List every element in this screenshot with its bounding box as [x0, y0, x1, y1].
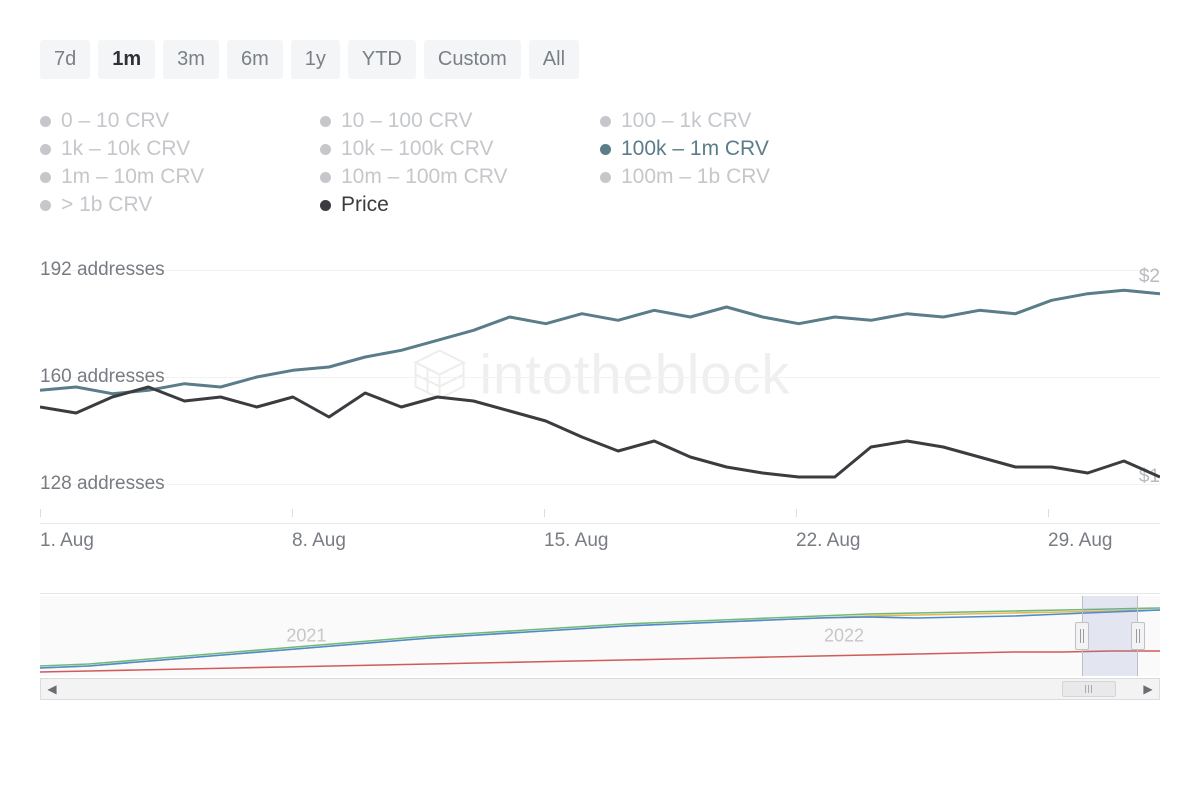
navigator-year-label: 2022: [824, 626, 864, 647]
legend-label: 1k – 10k CRV: [61, 137, 190, 161]
legend-label: > 1b CRV: [61, 193, 152, 217]
scroll-left-button[interactable]: ◀: [41, 679, 63, 699]
legend-label: 1m – 10m CRV: [61, 165, 204, 189]
legend-item[interactable]: 1m – 10m CRV: [40, 165, 320, 189]
navigator-chart[interactable]: 2021 2022: [40, 596, 1160, 676]
series-legend: 0 – 10 CRV 10 – 100 CRV 100 – 1k CRV 1k – 1…: [40, 109, 1160, 217]
legend-label: 10 – 100 CRV: [341, 109, 473, 133]
x-tick-label: 15. Aug: [544, 530, 608, 552]
legend-label: 10m – 100m CRV: [341, 165, 508, 189]
navigator-window[interactable]: [1082, 596, 1138, 676]
legend-label: 10k – 100k CRV: [341, 137, 494, 161]
navigator-handle[interactable]: [1131, 622, 1145, 650]
legend-label: Price: [341, 193, 389, 217]
legend-dot-icon: [600, 116, 611, 127]
navigator-scrollbar[interactable]: ◀ ▶: [40, 678, 1160, 700]
legend-dot-icon: [320, 200, 331, 211]
range-btn-7d[interactable]: 7d: [40, 40, 90, 79]
legend-dot-icon: [600, 172, 611, 183]
legend-dot-icon: [40, 116, 51, 127]
legend-label: 100k – 1m CRV: [621, 137, 769, 161]
legend-item[interactable]: 0 – 10 CRV: [40, 109, 320, 133]
range-btn-all[interactable]: All: [529, 40, 579, 79]
x-tick-mark: [796, 509, 797, 517]
legend-item[interactable]: 100m – 1b CRV: [600, 165, 880, 189]
main-chart[interactable]: intotheblock 128 addresses160 addresses1…: [40, 257, 1160, 517]
time-range-row: 7d1m3m6m1yYTDCustomAll: [40, 40, 1160, 79]
legend-dot-icon: [40, 172, 51, 183]
legend-dot-icon: [320, 172, 331, 183]
legend-dot-icon: [320, 144, 331, 155]
x-tick-label: 1. Aug: [40, 530, 94, 552]
range-btn-1y[interactable]: 1y: [291, 40, 340, 79]
range-btn-ytd[interactable]: YTD: [348, 40, 416, 79]
navigator-handle[interactable]: [1075, 622, 1089, 650]
legend-dot-icon: [40, 144, 51, 155]
x-tick-mark: [1048, 509, 1049, 517]
legend-item[interactable]: Price: [320, 193, 600, 217]
legend-label: 0 – 10 CRV: [61, 109, 169, 133]
x-tick-mark: [292, 509, 293, 517]
series-line: [40, 387, 1160, 477]
legend-item[interactable]: > 1b CRV: [40, 193, 320, 217]
series-line: [40, 290, 1160, 393]
navigator-series-line: [40, 610, 1160, 668]
range-btn-custom[interactable]: Custom: [424, 40, 521, 79]
range-btn-3m[interactable]: 3m: [163, 40, 219, 79]
legend-item[interactable]: 10m – 100m CRV: [320, 165, 600, 189]
legend-label: 100 – 1k CRV: [621, 109, 751, 133]
x-tick-mark: [544, 509, 545, 517]
legend-item[interactable]: 10 – 100 CRV: [320, 109, 600, 133]
legend-item[interactable]: 10k – 100k CRV: [320, 137, 600, 161]
x-tick-mark: [40, 509, 41, 517]
navigator: 2021 2022 ◀ ▶: [40, 593, 1160, 700]
x-tick-label: 29. Aug: [1048, 530, 1112, 552]
legend-item[interactable]: 1k – 10k CRV: [40, 137, 320, 161]
chart-svg: [40, 257, 1160, 517]
legend-item[interactable]: 100 – 1k CRV: [600, 109, 880, 133]
navigator-year-label: 2021: [286, 626, 326, 647]
scroll-thumb[interactable]: [1062, 681, 1116, 697]
legend-item[interactable]: 100k – 1m CRV: [600, 137, 880, 161]
range-btn-6m[interactable]: 6m: [227, 40, 283, 79]
x-tick-label: 22. Aug: [796, 530, 860, 552]
x-axis: 1. Aug 8. Aug 15. Aug 22. Aug 29. Aug: [40, 523, 1160, 553]
range-btn-1m[interactable]: 1m: [98, 40, 155, 79]
legend-dot-icon: [40, 200, 51, 211]
legend-label: 100m – 1b CRV: [621, 165, 770, 189]
legend-dot-icon: [600, 144, 611, 155]
navigator-series-line: [40, 610, 1160, 668]
scroll-right-button[interactable]: ▶: [1137, 679, 1159, 699]
navigator-svg: [40, 596, 1160, 676]
scroll-track[interactable]: [63, 679, 1137, 699]
legend-dot-icon: [320, 116, 331, 127]
x-tick-label: 8. Aug: [292, 530, 346, 552]
